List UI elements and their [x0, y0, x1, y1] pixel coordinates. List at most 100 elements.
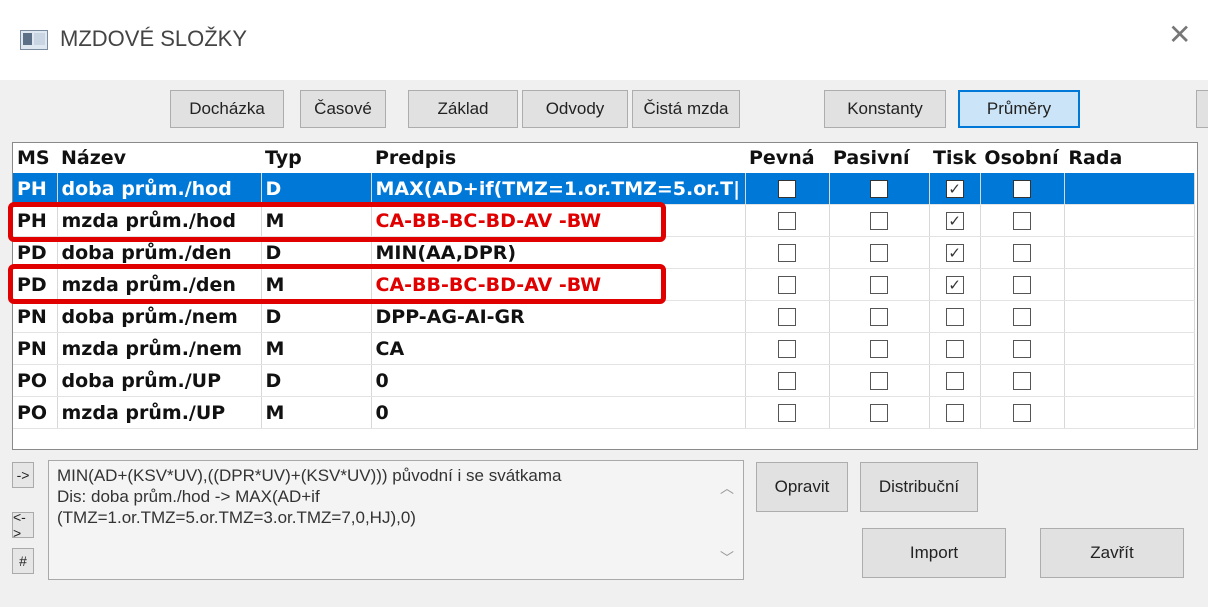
cell-rada: [1064, 332, 1195, 365]
cell-rada: [1064, 396, 1195, 429]
pasivni-checkbox[interactable]: [870, 212, 888, 230]
cell-predpis: MIN(AA,DPR): [371, 236, 746, 269]
cista-mzda-button[interactable]: Čistá mzda: [632, 90, 740, 128]
cell-nazev: doba prům./hod: [57, 173, 262, 205]
konstanty-button[interactable]: Konstanty: [824, 90, 946, 128]
prumery-button[interactable]: Průměry: [958, 90, 1080, 128]
cell-tisk: ✓: [929, 236, 981, 269]
pevna-checkbox[interactable]: [778, 340, 796, 358]
cell-osobni: [980, 300, 1065, 333]
tisk-checkbox[interactable]: ✓: [945, 180, 964, 198]
cell-predpis: CA-BB-BC-BD-AV -BW: [371, 204, 746, 237]
odvody-button[interactable]: Odvody: [522, 90, 628, 128]
table-header: MS Název Typ Predpis Pevná Pasivní Tisk …: [13, 143, 1194, 173]
components-table: MS Název Typ Predpis Pevná Pasivní Tisk …: [13, 143, 1195, 429]
pasivni-checkbox[interactable]: [870, 372, 888, 390]
cell-nazev: mzda prům./hod: [57, 204, 262, 237]
table-row[interactable]: PN doba prům./nem D DPP-AG-AI-GR: [13, 300, 1195, 333]
close-icon[interactable]: ✕: [1168, 18, 1191, 51]
col-pasivni[interactable]: Pasivní: [829, 143, 929, 173]
pasivni-checkbox[interactable]: [870, 308, 888, 326]
table-row[interactable]: PO doba prům./UP D 0: [13, 364, 1195, 397]
formula-notes-field[interactable]: MIN(AD+(KSV*UV),((DPR*UV)+(KSV*UV))) pův…: [48, 460, 744, 580]
cell-typ: D: [261, 236, 372, 269]
scroll-down-icon[interactable]: ﹀: [720, 548, 734, 568]
osobni-checkbox[interactable]: [1013, 244, 1032, 262]
osobni-checkbox[interactable]: [1013, 308, 1032, 326]
dochazka-button[interactable]: Docházka: [170, 90, 284, 128]
tisk-checkbox[interactable]: ✓: [945, 244, 964, 262]
osobni-checkbox[interactable]: [1013, 276, 1032, 294]
cell-ms: PO: [13, 396, 58, 429]
osobni-checkbox[interactable]: [1013, 372, 1032, 390]
swap-button[interactable]: <->: [12, 509, 34, 541]
col-ms[interactable]: MS: [13, 143, 57, 173]
scroll-up-icon[interactable]: ︿: [720, 478, 734, 498]
cell-pasivni: [829, 364, 930, 397]
pasivni-checkbox[interactable]: [870, 180, 888, 198]
table-row[interactable]: PO mzda prům./UP M 0: [13, 396, 1195, 429]
zavrit-button[interactable]: Zavřít: [1040, 528, 1184, 578]
cell-nazev: mzda prům./nem: [57, 332, 262, 365]
cell-typ: D: [261, 300, 372, 333]
import-button[interactable]: Import: [862, 528, 1006, 578]
cell-typ: D: [261, 173, 372, 205]
pevna-checkbox[interactable]: [778, 180, 796, 198]
col-rada[interactable]: Rada: [1064, 143, 1194, 173]
distribucni-button[interactable]: Distribuční: [860, 462, 978, 512]
cell-predpis: 0: [371, 396, 746, 429]
cell-pasivni: [829, 236, 930, 269]
tisk-checkbox[interactable]: [945, 404, 964, 422]
cell-pevna: [745, 204, 830, 237]
cell-typ: D: [261, 364, 372, 397]
tisk-checkbox[interactable]: [945, 340, 964, 358]
pasivni-checkbox[interactable]: [870, 404, 888, 422]
cell-osobni: [980, 396, 1065, 429]
cell-nazev: doba prům./den: [57, 236, 262, 269]
pevna-checkbox[interactable]: [778, 372, 796, 390]
pevna-checkbox[interactable]: [778, 308, 796, 326]
osobni-checkbox[interactable]: [1013, 404, 1032, 422]
pasivni-checkbox[interactable]: [870, 340, 888, 358]
tisk-checkbox[interactable]: [945, 372, 964, 390]
cell-pasivni: [829, 173, 930, 205]
table-row[interactable]: PH mzda prům./hod M CA-BB-BC-BD-AV -BW ✓: [13, 204, 1195, 237]
cell-pasivni: [829, 332, 930, 365]
table-row[interactable]: PD mzda prům./den M CA-BB-BC-BD-AV -BW ✓: [13, 268, 1195, 301]
hash-button[interactable]: #: [12, 548, 34, 574]
osobni-checkbox[interactable]: [1013, 212, 1032, 230]
pasivni-checkbox[interactable]: [870, 276, 888, 294]
notes-line-2: Dis: doba prům./hod -> MAX(AD+if: [57, 487, 320, 506]
cell-pevna: [745, 396, 830, 429]
salary-components-grid[interactable]: MS Název Typ Predpis Pevná Pasivní Tisk …: [12, 142, 1198, 450]
casove-button[interactable]: Časové: [300, 90, 386, 128]
col-predpis[interactable]: Predpis: [371, 143, 745, 173]
cell-pasivni: [829, 204, 930, 237]
table-row[interactable]: PH doba prům./hod D MAX(AD+if(TMZ=1.or.TMZ=…: [13, 173, 1195, 205]
tisk-checkbox[interactable]: ✓: [945, 276, 964, 294]
cell-pasivni: [829, 268, 930, 301]
table-row[interactable]: PD doba prům./den D MIN(AA,DPR) ✓: [13, 236, 1195, 269]
tisk-checkbox[interactable]: ✓: [945, 212, 964, 230]
osobni-checkbox[interactable]: [1013, 180, 1032, 198]
pevna-checkbox[interactable]: [778, 276, 796, 294]
pasivni-checkbox[interactable]: [870, 244, 888, 262]
overflow-button[interactable]: [1196, 90, 1208, 128]
osobni-checkbox[interactable]: [1013, 340, 1032, 358]
zaklad-button[interactable]: Základ: [408, 90, 518, 128]
col-typ[interactable]: Typ: [261, 143, 371, 173]
cell-ms: PO: [13, 364, 58, 397]
cell-osobni: [980, 236, 1065, 269]
col-tisk[interactable]: Tisk: [929, 143, 980, 173]
col-osobni[interactable]: Osobní: [980, 143, 1064, 173]
pevna-checkbox[interactable]: [778, 244, 796, 262]
arrow-button[interactable]: ->: [12, 462, 34, 488]
table-row[interactable]: PN mzda prům./nem M CA: [13, 332, 1195, 365]
cell-typ: M: [261, 204, 372, 237]
pevna-checkbox[interactable]: [778, 212, 796, 230]
pevna-checkbox[interactable]: [778, 404, 796, 422]
opravit-button[interactable]: Opravit: [756, 462, 848, 512]
col-nazev[interactable]: Název: [57, 143, 261, 173]
tisk-checkbox[interactable]: [945, 308, 964, 326]
col-pevna[interactable]: Pevná: [745, 143, 829, 173]
